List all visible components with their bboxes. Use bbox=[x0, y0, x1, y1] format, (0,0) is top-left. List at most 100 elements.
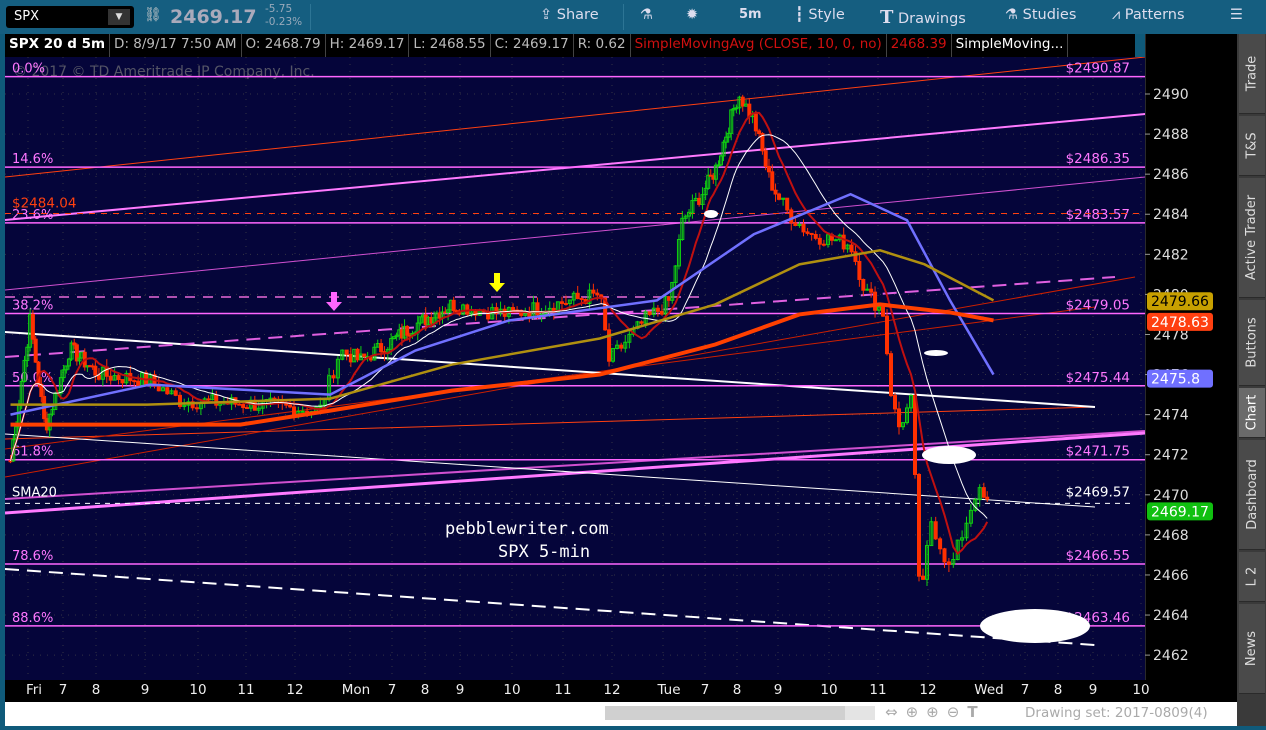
candle bbox=[773, 189, 778, 195]
candle bbox=[873, 291, 878, 311]
candle bbox=[362, 353, 367, 358]
candle bbox=[93, 365, 98, 376]
candle bbox=[527, 312, 532, 318]
fib-price-label: $2483.57 bbox=[1066, 207, 1130, 223]
candle bbox=[579, 298, 584, 301]
time-tick-label: 11 bbox=[237, 682, 255, 698]
time-tick-label: 9 bbox=[1088, 682, 1098, 698]
candle bbox=[813, 233, 818, 239]
timeframe-button[interactable]: 5m bbox=[739, 7, 762, 22]
candle bbox=[770, 171, 775, 191]
side-tab-label: T&S bbox=[1244, 132, 1260, 159]
price-tick-label: 2472 bbox=[1153, 448, 1189, 464]
text-t-icon[interactable]: T bbox=[967, 703, 985, 721]
candle bbox=[559, 301, 564, 304]
chevron-down-icon[interactable]: ▼ bbox=[108, 9, 130, 25]
candle bbox=[355, 348, 360, 361]
horizontal-scrollbar[interactable] bbox=[605, 706, 875, 720]
side-tab-active-trader[interactable]: Active Trader bbox=[1239, 178, 1265, 298]
side-tab-buttons[interactable]: Buttons bbox=[1239, 300, 1265, 386]
time-tick-label: 7 bbox=[387, 682, 397, 698]
toolbar: SPX ▼ ⛓ 2469.17 -5.75 -0.23% ⇪ Share ⚗ ✹ 5… bbox=[0, 0, 1266, 34]
crosshair-icon[interactable]: ⊕ bbox=[906, 703, 927, 721]
link-icon[interactable]: ⛓ bbox=[144, 7, 162, 23]
last-price: 2469.17 bbox=[170, 6, 257, 28]
time-tick-label: Wed bbox=[974, 682, 1004, 698]
drawings-label: Drawings bbox=[898, 11, 966, 27]
style-button[interactable]: ┇ Style bbox=[795, 7, 845, 23]
pan-icon[interactable]: ⇔ bbox=[885, 703, 906, 721]
symbol-selector[interactable]: SPX ▼ bbox=[6, 6, 134, 28]
gear-icon: ✹ bbox=[686, 7, 699, 23]
time-tick-label: 11 bbox=[554, 682, 572, 698]
candle bbox=[237, 403, 242, 406]
side-tab-label: Dashboard bbox=[1244, 459, 1260, 530]
candle bbox=[763, 150, 768, 167]
time-axis[interactable]: Fri 7 8 9 10 11 12 Mon 7 8 9 10 11 12 Tue 7 8 9 10 11 12 Wed 7… bbox=[5, 680, 1237, 702]
candle bbox=[885, 315, 889, 355]
share-button[interactable]: ⇪ Share bbox=[540, 7, 599, 23]
time-tick-label: 10 bbox=[189, 682, 207, 698]
time-tick-label: 10 bbox=[503, 682, 521, 698]
side-tab-label: Chart bbox=[1244, 394, 1260, 431]
share-label: Share bbox=[556, 7, 599, 23]
bar-close: C: 2469.17 bbox=[491, 34, 574, 57]
candle bbox=[120, 379, 125, 384]
studies-button[interactable]: ⚗ Studies bbox=[1005, 7, 1076, 23]
time-tick-label: 11 bbox=[869, 682, 887, 698]
side-tab-trade[interactable]: Trade bbox=[1239, 34, 1265, 114]
menu-button[interactable]: ☰ bbox=[1230, 7, 1243, 23]
candle bbox=[809, 232, 814, 235]
candle bbox=[913, 394, 917, 475]
candle bbox=[655, 307, 660, 312]
candle bbox=[173, 390, 178, 396]
bar-high: H: 2469.17 bbox=[326, 34, 410, 57]
study-label[interactable]: SimpleMovingAvg (CLOSE, 10, 0, no) bbox=[631, 34, 887, 57]
candle bbox=[793, 222, 798, 227]
candle bbox=[535, 302, 540, 316]
bar-date: D: 8/9/17 7:50 AM bbox=[110, 34, 242, 57]
red-level-label: $2484.04 bbox=[12, 195, 76, 211]
candle bbox=[893, 395, 897, 410]
candle bbox=[897, 408, 901, 428]
time-tick-label: 10 bbox=[820, 682, 838, 698]
price-chart[interactable]: © 2017 © TD Ameritrade IP Company, Inc. p… bbox=[5, 57, 1145, 680]
fib-percent-label: 78.6% bbox=[12, 549, 53, 564]
side-tab-chart[interactable]: Chart bbox=[1239, 388, 1265, 438]
patterns-button[interactable]: ⩘ Patterns bbox=[1112, 7, 1185, 23]
flask-icon: ⚗ bbox=[1005, 7, 1018, 23]
drawing-set[interactable]: Drawing set: 2017-0809(4) bbox=[1025, 705, 1208, 721]
candle bbox=[734, 107, 739, 110]
price-tick-label: 2484 bbox=[1153, 207, 1189, 223]
study2-label[interactable]: SimpleMoving... bbox=[952, 34, 1069, 57]
bar-range: R: 0.62 bbox=[574, 34, 631, 57]
side-tab-t-s[interactable]: T&S bbox=[1239, 116, 1265, 176]
settings-button[interactable]: ✹ bbox=[686, 7, 698, 23]
candle bbox=[451, 299, 456, 312]
candle bbox=[194, 407, 199, 410]
price-tick-label: 2482 bbox=[1153, 247, 1189, 263]
candle bbox=[801, 223, 806, 233]
zoom-tools: ⇔⊕⊕⊖T bbox=[885, 703, 986, 721]
candle bbox=[511, 307, 516, 311]
side-tab-news[interactable]: News bbox=[1239, 604, 1265, 694]
style-label: Style bbox=[808, 7, 845, 23]
candle bbox=[921, 575, 925, 580]
fib-price-label: $2486.35 bbox=[1066, 151, 1130, 167]
candle bbox=[889, 353, 893, 397]
zoom-out-icon[interactable]: ⊖ bbox=[947, 703, 968, 721]
price-badge-label: 2478.63 bbox=[1151, 315, 1209, 331]
candle bbox=[344, 349, 349, 355]
bottom-toolbar: ⇔⊕⊕⊖T Drawing set: 2017-0809(4) bbox=[5, 702, 1237, 726]
side-tab-label: Active Trader bbox=[1244, 194, 1260, 281]
candle bbox=[933, 521, 938, 540]
price-tick-label: 2468 bbox=[1153, 528, 1189, 544]
flask-button[interactable]: ⚗ bbox=[640, 7, 653, 23]
candle-icon: ┇ bbox=[795, 7, 804, 23]
side-tab-dashboard[interactable]: Dashboard bbox=[1239, 440, 1265, 550]
drawings-button[interactable]: T Drawings bbox=[880, 7, 966, 28]
zoom-in-icon[interactable]: ⊕ bbox=[926, 703, 947, 721]
chart-background bbox=[5, 57, 1145, 680]
candle bbox=[639, 321, 644, 324]
side-tab-l-2[interactable]: L 2 bbox=[1239, 552, 1265, 602]
